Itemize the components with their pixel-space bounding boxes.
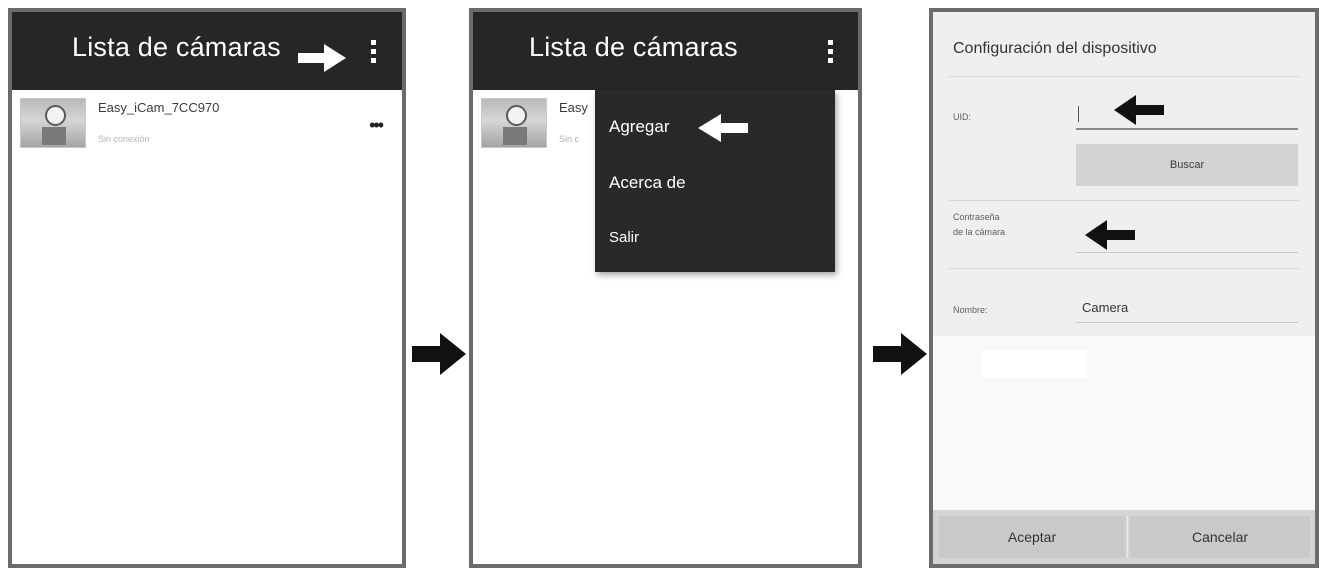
uid-input[interactable]: [1076, 98, 1298, 130]
divider: [949, 76, 1299, 77]
name-value: Camera: [1082, 300, 1129, 315]
arrow-left-icon: [1114, 95, 1164, 125]
camera-name: Easy: [559, 100, 588, 115]
overflow-menu-icon[interactable]: [371, 40, 377, 64]
menu-item-agregar[interactable]: Agregar: [609, 117, 669, 137]
arrow-right-icon: [412, 333, 466, 375]
camera-status: Sin conexión: [98, 134, 150, 144]
name-label: Nombre:: [953, 305, 988, 315]
dialog-footer: Aceptar Cancelar: [933, 510, 1315, 564]
menu-item-salir[interactable]: Salir: [609, 229, 639, 246]
arrow-left-icon: [698, 114, 748, 142]
divider: [1127, 516, 1128, 558]
arrow-left-icon: [1085, 220, 1135, 250]
camera-thumbnail: [481, 98, 547, 148]
divider: [949, 268, 1299, 269]
app-bar: Lista de cámaras: [12, 12, 402, 90]
blank-field: [981, 350, 1087, 378]
divider: [949, 200, 1299, 201]
app-bar: Lista de cámaras: [473, 12, 858, 90]
overflow-menu: Agregar Acerca de Salir: [595, 90, 835, 272]
cancel-button[interactable]: Cancelar: [1130, 516, 1310, 558]
name-input[interactable]: Camera: [1076, 296, 1298, 323]
page-title: Lista de cámaras: [72, 32, 281, 62]
password-label-line1: Contraseña: [953, 212, 1000, 222]
password-label-line2: de la cámara: [953, 227, 1006, 237]
uid-label: UID:: [953, 112, 971, 122]
accept-button[interactable]: Aceptar: [939, 516, 1125, 558]
dialog-title: Configuración del dispositivo: [953, 40, 1157, 57]
password-label: Contraseña de la cámara: [953, 210, 1005, 240]
camera-thumbnail: [20, 98, 86, 148]
page-title: Lista de cámaras: [529, 32, 738, 62]
more-options-icon[interactable]: •••: [369, 116, 384, 134]
phone-screen-device-config: Configuración del dispositivo UID: Busca…: [929, 8, 1319, 568]
camera-name: Easy_iCam_7CC970: [98, 100, 220, 115]
overflow-menu-icon[interactable]: [828, 40, 834, 64]
camera-status: Sin c: [559, 134, 580, 144]
arrow-right-icon: [873, 333, 927, 375]
phone-screen-camera-list-menu: Lista de cámaras Easy Sin c Agregar Acer…: [469, 8, 862, 568]
search-button[interactable]: Buscar: [1076, 144, 1298, 186]
camera-list-item[interactable]: Easy_iCam_7CC970 Sin conexión •••: [12, 90, 402, 160]
text-caret: [1078, 106, 1079, 122]
menu-item-acerca-de[interactable]: Acerca de: [609, 173, 686, 193]
arrow-right-icon: [298, 44, 346, 72]
tutorial-steps: Lista de cámaras Easy_iCam_7CC970 Sin co…: [0, 0, 1323, 573]
phone-screen-camera-list: Lista de cámaras Easy_iCam_7CC970 Sin co…: [8, 8, 406, 568]
